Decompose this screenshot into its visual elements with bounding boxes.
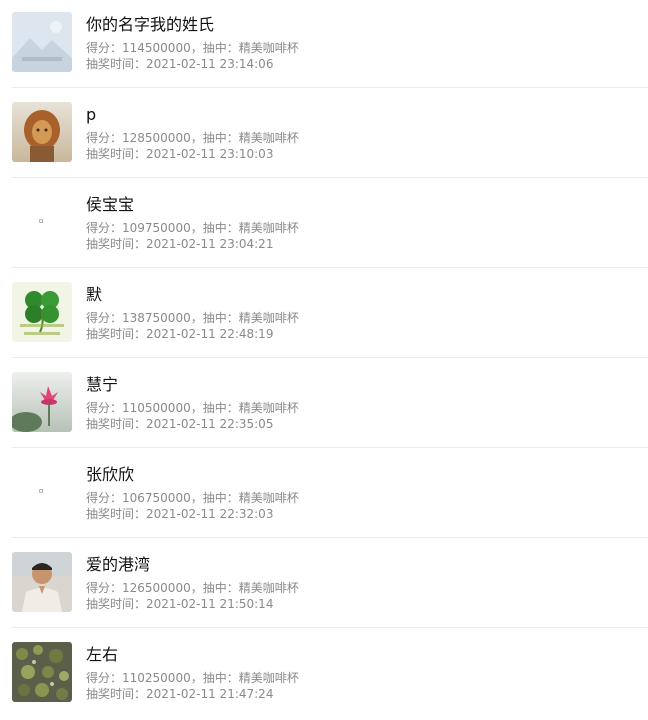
user-name: 你的名字我的姓氏 <box>86 15 215 34</box>
clover-photo <box>12 282 72 342</box>
placeholder-image-icon <box>12 12 72 72</box>
divider <box>12 627 648 628</box>
score-prize-text: 得分：109750000，抽中：精美咖啡杯 <box>86 221 299 235</box>
score-prize-text: 得分：110250000，抽中：精美咖啡杯 <box>86 671 299 685</box>
draw-time-text: 抽奖时间：2021-02-11 22:35:05 <box>86 417 274 431</box>
score-prize-text: 得分：126500000，抽中：精美咖啡杯 <box>86 581 299 595</box>
avatar <box>12 282 72 342</box>
score-prize-text: 得分：138750000，抽中：精美咖啡杯 <box>86 311 299 325</box>
avatar <box>12 642 72 702</box>
divider <box>12 267 648 268</box>
user-name: 侯宝宝 <box>86 195 135 214</box>
avatar <box>12 102 72 162</box>
list-item[interactable]: 左右 得分：110250000，抽中：精美咖啡杯 抽奖时间：2021-02-11… <box>12 630 648 720</box>
avatar <box>12 192 72 252</box>
avatar <box>12 372 72 432</box>
lotus-photo <box>12 372 72 432</box>
list-item[interactable]: p 得分：128500000，抽中：精美咖啡杯 抽奖时间：2021-02-11 … <box>12 90 648 180</box>
lion-photo <box>12 102 72 162</box>
broken-image-icon <box>39 489 43 493</box>
draw-time-text: 抽奖时间：2021-02-11 21:50:14 <box>86 597 274 611</box>
draw-time-text: 抽奖时间：2021-02-11 23:10:03 <box>86 147 274 161</box>
divider <box>12 177 648 178</box>
user-name: 慧宁 <box>86 375 119 394</box>
divider <box>12 537 648 538</box>
user-name: 左右 <box>86 645 119 664</box>
moss-texture-photo <box>12 642 72 702</box>
list-item[interactable]: 侯宝宝 得分：109750000，抽中：精美咖啡杯 抽奖时间：2021-02-1… <box>12 180 648 270</box>
user-name: 爱的港湾 <box>86 555 151 574</box>
man-portrait-photo <box>12 552 72 612</box>
avatar <box>12 462 72 522</box>
score-prize-text: 得分：110500000，抽中：精美咖啡杯 <box>86 401 299 415</box>
draw-time-text: 抽奖时间：2021-02-11 22:32:03 <box>86 507 274 521</box>
user-name: p <box>86 105 97 124</box>
user-name: 张欣欣 <box>86 465 135 484</box>
list-item[interactable]: 你的名字我的姓氏 得分：114500000，抽中：精美咖啡杯 抽奖时间：2021… <box>12 0 648 90</box>
divider <box>12 87 648 88</box>
list-item[interactable]: 张欣欣 得分：106750000，抽中：精美咖啡杯 抽奖时间：2021-02-1… <box>12 450 648 540</box>
avatar <box>12 12 72 72</box>
draw-time-text: 抽奖时间：2021-02-11 22:48:19 <box>86 327 274 341</box>
list-item[interactable]: 慧宁 得分：110500000，抽中：精美咖啡杯 抽奖时间：2021-02-11… <box>12 360 648 450</box>
draw-time-text: 抽奖时间：2021-02-11 21:47:24 <box>86 687 274 701</box>
broken-image-icon <box>39 219 43 223</box>
draw-time-text: 抽奖时间：2021-02-11 23:14:06 <box>86 57 274 71</box>
divider <box>12 357 648 358</box>
draw-time-text: 抽奖时间：2021-02-11 23:04:21 <box>86 237 274 251</box>
list-item[interactable]: 爱的港湾 得分：126500000，抽中：精美咖啡杯 抽奖时间：2021-02-… <box>12 540 648 630</box>
score-prize-text: 得分：114500000，抽中：精美咖啡杯 <box>86 41 299 55</box>
avatar <box>12 552 72 612</box>
divider <box>12 447 648 448</box>
score-prize-text: 得分：128500000，抽中：精美咖啡杯 <box>86 131 299 145</box>
list-item[interactable]: 默 得分：138750000，抽中：精美咖啡杯 抽奖时间：2021-02-11 … <box>12 270 648 360</box>
score-prize-text: 得分：106750000，抽中：精美咖啡杯 <box>86 491 299 505</box>
user-name: 默 <box>86 285 103 304</box>
